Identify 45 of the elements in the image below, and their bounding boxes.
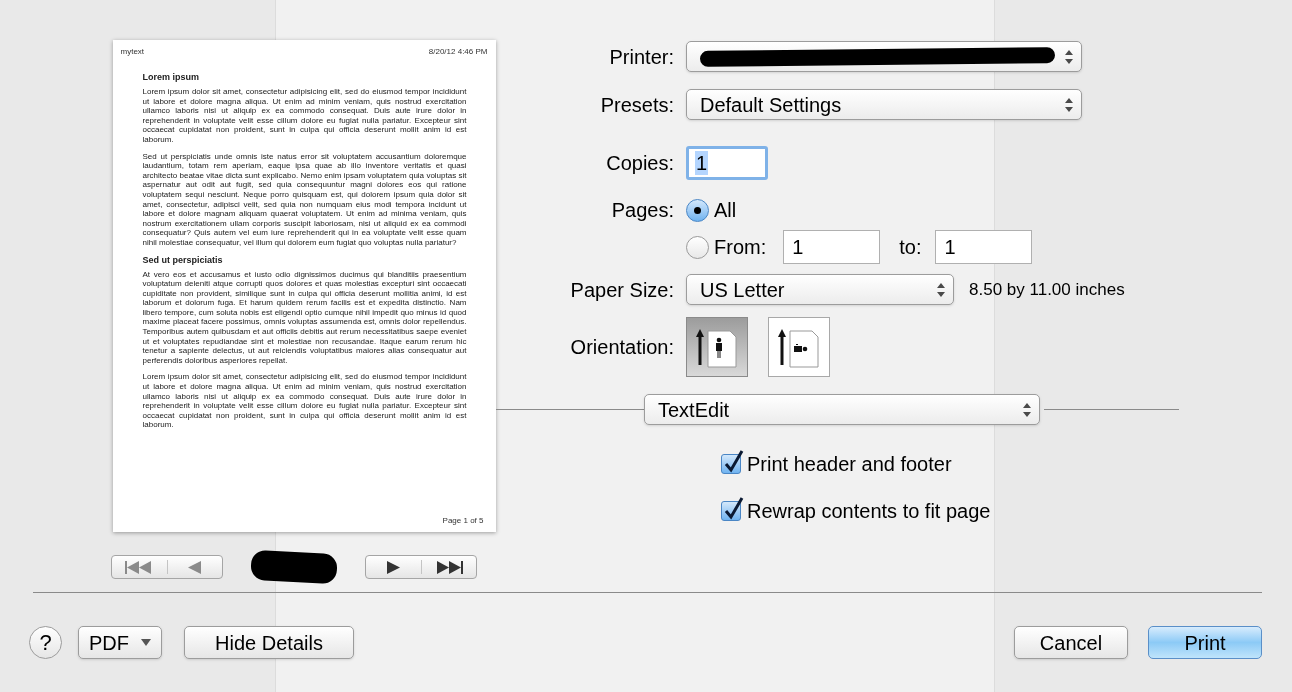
help-button[interactable]: ? bbox=[29, 626, 62, 659]
checkbox-label: Print header and footer bbox=[747, 452, 952, 477]
page-paragraph: At vero eos et accusamus et iusto odio dignissimos ducimus qui blanditiis praesentium voluptatum deleniti atque corrupti quos dolores et quas molestias excepturi sint occaecati cupiditate non provident, similique sunt in culpa qui officia deserunt mollitia animi, id est laborum et dolorum fuga. Et harum quidem rerum facilis est et expedita distinctio. Nam libero tempore, cum soluta nobis est eligendi optio cumque nihil impedit quo minus id quod maxime placeat facere possimus, omnis voluptas assumenda est, omnis dolor repellendus. Temporibus autem quibusdam et aut officiis debitis aut rerum necessitatibus saepe eveniet ut et voluptates repudiandae sint et molestiae non recusandae. Itaque earum rerum hic tenetur a sapiente delectus, ut aut reiciendis voluptatibus maiores alias consequatur aut perferendis doloribus asperiores repellat. bbox=[142, 269, 467, 366]
field-label: Presets: bbox=[599, 92, 674, 118]
paper-size-popup[interactable]: US Letter bbox=[686, 274, 954, 305]
previous-page-icon bbox=[188, 560, 202, 574]
paper-dimensions: 8.50 by 11.00 inches bbox=[969, 278, 1125, 301]
checkbox-label: Rewrap contents to fit page bbox=[747, 499, 991, 524]
page-paragraph: Lorem ipsum dolor sit amet, consectetur adipisicing elit, sed do eiusmod tempor incididunt ut labore et dolore magna aliqua. Ut enim ad minim veniam, quis nostrud exercitation ullamco laboris nisi ut aliquip ex ea commodo consequat. Duis aute irure dolor in reprehenderit in voluptate velit esse cillum dolore eu fugiat nulla pariatur. Excepteur sint occaecat cupidatat non proident, sunt in culpa qui officia deserunt mollit anim id est laborum. bbox=[142, 87, 467, 145]
page-heading: Sed ut perspiciatis bbox=[142, 254, 224, 266]
up-down-arrows-icon bbox=[1065, 49, 1073, 64]
hide-details-button[interactable]: Hide Details bbox=[184, 626, 354, 659]
up-down-arrows-icon bbox=[1023, 402, 1031, 417]
pdf-button[interactable]: PDF bbox=[78, 626, 162, 659]
cancel-button[interactable]: Cancel bbox=[1014, 626, 1128, 659]
orientation-button[interactable] bbox=[768, 317, 830, 377]
page-heading: Lorem ipsum bbox=[142, 72, 200, 83]
page-header-text: mytext bbox=[120, 46, 145, 58]
copies-field[interactable]: 1 bbox=[686, 146, 768, 180]
to-page-field[interactable]: 1 bbox=[935, 230, 1033, 264]
field-label: Copies: bbox=[605, 151, 674, 176]
section-popup[interactable]: TextEdit bbox=[644, 394, 1040, 425]
radio-label: From: bbox=[714, 235, 767, 260]
radio-label: All bbox=[714, 198, 737, 223]
page-header-date: 8/20/12 4:46 PM bbox=[428, 46, 488, 58]
field-label: Pages: bbox=[610, 198, 674, 223]
field-label: Orientation: bbox=[569, 335, 674, 360]
first-page-icon bbox=[125, 560, 154, 574]
next-page-icon bbox=[386, 560, 400, 574]
from-page-field[interactable]: 1 bbox=[783, 230, 881, 264]
page-paragraph: Sed ut perspiciatis unde omnis iste natus error sit voluptatem accusantium doloremque laudantium, totam rem aperiam, eaque ipsa quae ab illo inventore veritatis et quasi architecto beatae vitae dicta sunt explicabo. Nemo enim ipsam voluptatem quia voluptas sit aspernatur aut odit aut fugit, sed quia consequuntur magni dolores eos qui ratione voluptatem sequi nesciunt. Neque porro quisquam est, qui dolorem ipsum quia dolor sit amet, consectetur, adipisci velit, sed quia non numquam eius modi tempora incidunt ut labore et dolore magnam aliquam quaerat voluptatem. Ut enim ad minima veniam, quis nostrum exercitationem ullam corporis suscipit laboriosam, nisi ut aliquid ex ea commodi consequatur? Quis autem vel eum iure reprehenderit qui in ea voluptate velit esse quam nihil molestiae consequatur, vel illum qui dolorem eum fugiat quo voluptas nulla pariatur? bbox=[142, 151, 467, 248]
last-page-icon bbox=[434, 560, 463, 574]
page-paragraph: Lorem ipsum dolor sit amet, consectetur adipisicing elit, sed do eiusmod tempor incididunt ut labore et dolore magna aliqua. Ut enim ad minim veniam, quis nostrud exercitation ullamco laboris nisi ut aliquip ex ea commodo consequat. Duis aute irure dolor in reprehenderit in voluptate velit esse cillum dolore eu fugiat nulla pariatur. Excepteur sint occaecat cupidatat non proident, sunt in culpa qui officia deserunt mollit anim id est laborum. bbox=[142, 372, 467, 430]
field-label: Printer: bbox=[608, 44, 674, 70]
printer-popup[interactable] bbox=[686, 41, 1082, 72]
page-number: Page 1 of 5 bbox=[442, 515, 484, 527]
segmented-control[interactable] bbox=[365, 555, 477, 579]
field-label: Paper Size: bbox=[569, 277, 674, 303]
caret-icon bbox=[141, 639, 151, 646]
presets-popup[interactable]: Default Settings bbox=[686, 89, 1082, 120]
up-down-arrows-icon bbox=[937, 282, 945, 297]
print-button[interactable]: Print bbox=[1148, 626, 1262, 659]
up-down-arrows-icon bbox=[1065, 97, 1073, 112]
field-label: to: bbox=[899, 235, 922, 260]
orientation-button[interactable] bbox=[686, 317, 748, 377]
